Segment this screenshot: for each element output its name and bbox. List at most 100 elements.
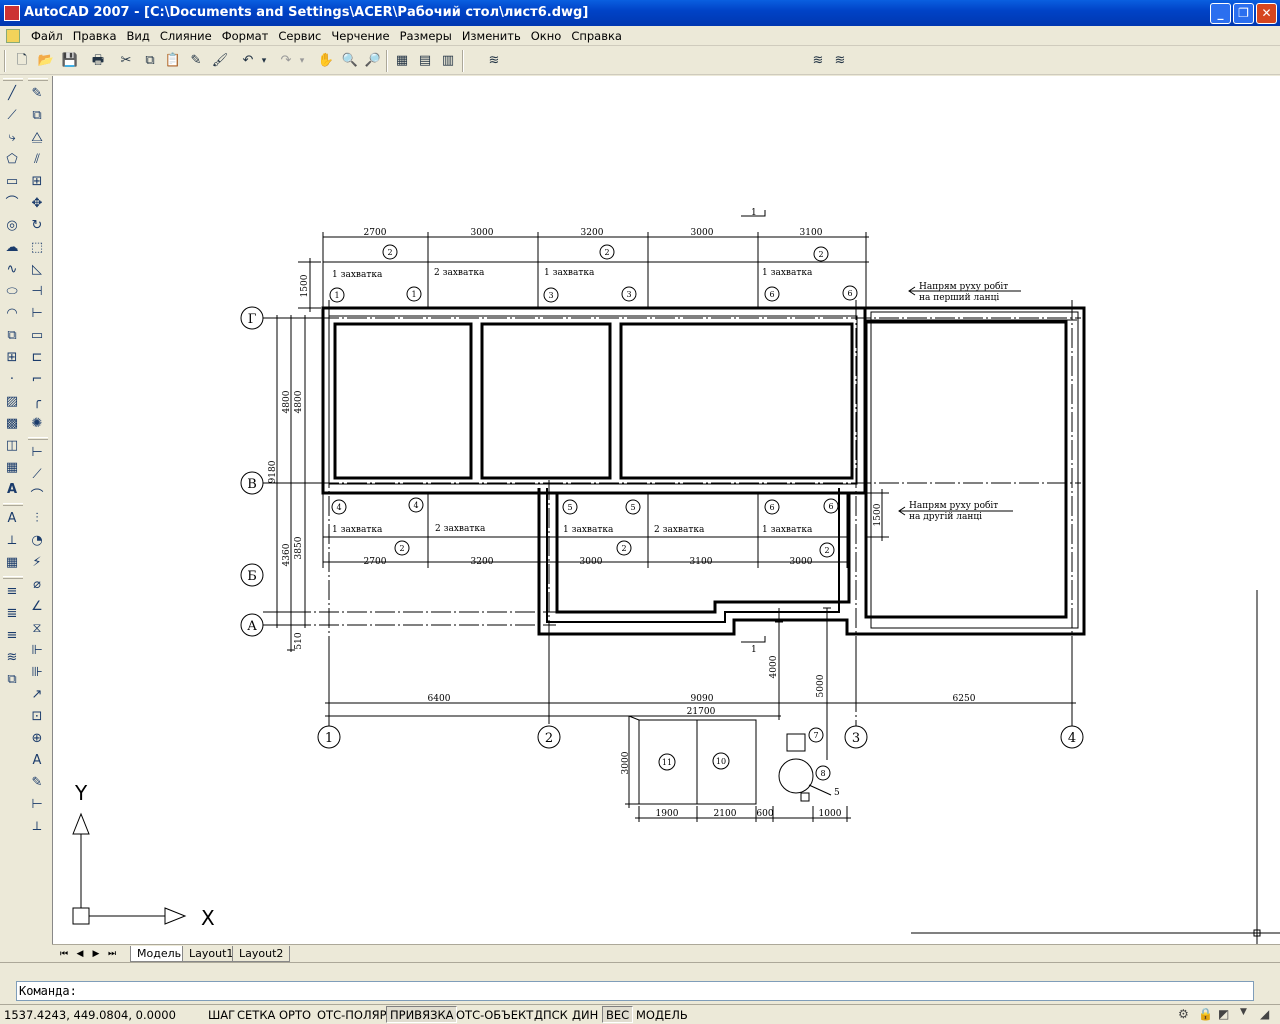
scale-icon[interactable]: ⬚: [26, 237, 48, 259]
menu-window[interactable]: Окно: [526, 28, 567, 44]
tab-layout2[interactable]: Layout2: [232, 946, 291, 962]
osnap-toggle[interactable]: ПРИВЯЗКА: [386, 1006, 458, 1023]
prev-tab-icon[interactable]: ◀: [72, 947, 88, 961]
first-tab-icon[interactable]: ⏮: [56, 947, 72, 961]
polyline-icon[interactable]: ⤷: [1, 127, 23, 149]
menu-dimension[interactable]: Размеры: [395, 28, 457, 44]
diameter-icon[interactable]: ⌀: [26, 574, 48, 596]
radius-icon[interactable]: ◔: [26, 530, 48, 552]
revision-cloud-icon[interactable]: ☁: [1, 237, 23, 259]
zoom-realtime-icon[interactable]: 🔍: [340, 51, 360, 71]
offset-icon[interactable]: ⫽: [26, 149, 48, 171]
copy-object-icon[interactable]: ⧉: [26, 105, 48, 127]
layer-walk-icon[interactable]: ≋: [1, 647, 23, 669]
zoom-previous-icon[interactable]: 🔎: [363, 51, 383, 71]
ellipse-arc-icon[interactable]: ◠: [1, 303, 23, 325]
paste-icon[interactable]: 📋: [163, 51, 183, 71]
continue-icon[interactable]: ⊪: [26, 662, 48, 684]
text-style-icon[interactable]: A: [1, 508, 23, 530]
trim-icon[interactable]: ⊣: [26, 281, 48, 303]
menu-help[interactable]: Справка: [566, 28, 627, 44]
layer-manager-icon[interactable]: ≋: [484, 51, 504, 71]
construction-line-icon[interactable]: ⟋: [1, 105, 23, 127]
tolerance-icon[interactable]: ⊡: [26, 706, 48, 728]
layer-tools-icon[interactable]: ≡: [1, 581, 23, 603]
ordinate-icon[interactable]: ⫶: [26, 508, 48, 530]
open-icon[interactable]: 📂: [36, 51, 56, 71]
menu-tools[interactable]: Сервис: [273, 28, 326, 44]
match-properties-icon[interactable]: ✎: [186, 51, 206, 71]
erase-icon[interactable]: ✎: [26, 83, 48, 105]
extend-icon[interactable]: ⊢: [26, 303, 48, 325]
redo-dropdown-icon[interactable]: ▾: [296, 51, 308, 71]
lock-icon[interactable]: 🔒: [1198, 1007, 1213, 1021]
dimension-text-edit-icon[interactable]: ✎: [26, 772, 48, 794]
last-tab-icon[interactable]: ⏭: [104, 947, 120, 961]
print-icon[interactable]: 🖶: [88, 51, 108, 71]
arc-icon[interactable]: ⌒: [1, 193, 23, 215]
model-toggle[interactable]: МОДЕЛЬ: [632, 1006, 692, 1023]
close-button[interactable]: ✕: [1256, 3, 1277, 24]
point-icon[interactable]: ·: [1, 369, 23, 391]
fillet-icon[interactable]: ╭: [26, 391, 48, 413]
rectangle-icon[interactable]: ▭: [1, 171, 23, 193]
grid-toggle[interactable]: СЕТКА: [233, 1006, 279, 1023]
dim-style-icon[interactable]: ⟂: [1, 530, 23, 552]
aligned-dimension-icon[interactable]: ⟋: [26, 464, 48, 486]
lineweight-toggle[interactable]: ВЕС: [602, 1006, 634, 1023]
dyn-toggle[interactable]: ДИН: [568, 1006, 602, 1023]
table-icon[interactable]: ▦: [1, 457, 23, 479]
hatch-icon[interactable]: ▨: [1, 391, 23, 413]
polygon-icon[interactable]: ⬠: [1, 149, 23, 171]
baseline-icon[interactable]: ⊩: [26, 640, 48, 662]
make-block-icon[interactable]: ⊞: [1, 347, 23, 369]
table-style-icon[interactable]: ▦: [1, 552, 23, 574]
stretch-icon[interactable]: ◺: [26, 259, 48, 281]
restore-button[interactable]: ❐: [1233, 3, 1254, 24]
new-icon[interactable]: 🗋: [12, 51, 32, 71]
chamfer-icon[interactable]: ⌐: [26, 369, 48, 391]
status-menu-icon[interactable]: ▼: [1240, 1007, 1247, 1017]
autocad-app-icon[interactable]: [4, 5, 20, 21]
dimension-edit-icon[interactable]: A: [26, 750, 48, 772]
menu-file[interactable]: Файл: [26, 28, 68, 44]
explode-icon[interactable]: ✺: [26, 413, 48, 435]
polar-toggle[interactable]: ОТС-ПОЛЯР: [313, 1006, 391, 1023]
next-tab-icon[interactable]: ▶: [88, 947, 104, 961]
center-mark-icon[interactable]: ⊕: [26, 728, 48, 750]
layer-off-icon[interactable]: ≡: [1, 625, 23, 647]
resize-grip-icon[interactable]: ◢: [1260, 1007, 1269, 1021]
quick-dimension-icon[interactable]: ⧖: [26, 618, 48, 640]
arc-length-icon[interactable]: ⌒: [26, 486, 48, 508]
ortho-toggle[interactable]: ОРТО: [275, 1006, 315, 1023]
communication-center-icon[interactable]: ⚙: [1178, 1007, 1189, 1021]
angular-icon[interactable]: ∠: [26, 596, 48, 618]
move-icon[interactable]: ✥: [26, 193, 48, 215]
design-center-icon[interactable]: ▤: [415, 51, 435, 71]
line-icon[interactable]: ╱: [1, 83, 23, 105]
redo-icon[interactable]: ↷: [276, 51, 296, 71]
menu-view[interactable]: Вид: [122, 28, 155, 44]
menu-modify[interactable]: Изменить: [457, 28, 526, 44]
dimension-style-control-icon[interactable]: ⟂: [26, 816, 48, 838]
join-icon[interactable]: ⊏: [26, 347, 48, 369]
make-layer-current-icon[interactable]: ≋: [808, 51, 828, 71]
layer-merge-icon[interactable]: ⧉: [1, 669, 23, 691]
minimize-button[interactable]: _: [1210, 3, 1231, 24]
quick-leader-icon[interactable]: ↗: [26, 684, 48, 706]
menu-edit[interactable]: Правка: [68, 28, 122, 44]
undo-dropdown-icon[interactable]: ▾: [258, 51, 270, 71]
properties-icon[interactable]: ▦: [392, 51, 412, 71]
break-icon[interactable]: ▭: [26, 325, 48, 347]
menu-merge[interactable]: Слияние: [155, 28, 217, 44]
copy-icon[interactable]: ⧉: [140, 51, 160, 71]
mirror-icon[interactable]: ⧋: [26, 127, 48, 149]
ducs-toggle[interactable]: ДПСК: [530, 1006, 572, 1023]
circle-icon[interactable]: ◎: [1, 215, 23, 237]
brush-icon[interactable]: 🖌: [210, 51, 230, 71]
calculator-icon[interactable]: ▥: [438, 51, 458, 71]
rotate-icon[interactable]: ↻: [26, 215, 48, 237]
drawing-canvas[interactable]: Г В Б А 1 2 3 4 2700 3000 3200 3000 3100…: [52, 76, 1280, 944]
gradient-icon[interactable]: ▩: [1, 413, 23, 435]
otrack-toggle[interactable]: ОТС-ОБЪЕКТ: [452, 1006, 537, 1023]
